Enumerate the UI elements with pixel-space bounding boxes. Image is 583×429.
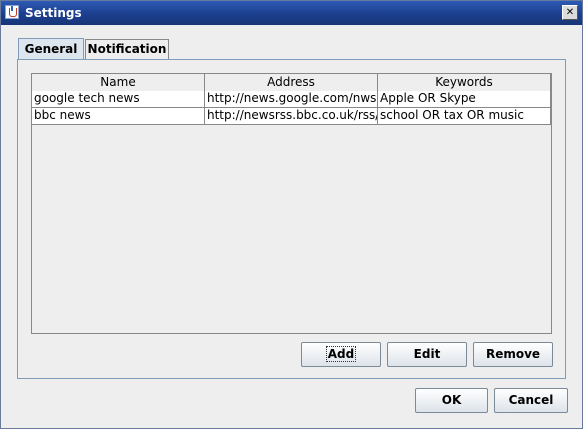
cell-address[interactable]: http://newsrss.bbc.co.uk/rss/...	[205, 108, 378, 124]
window-title: Settings	[25, 6, 82, 20]
column-header-keywords[interactable]: Keywords	[378, 74, 551, 91]
cell-keywords[interactable]: Apple OR Skype	[378, 91, 551, 107]
tab-general[interactable]: General	[18, 38, 84, 60]
table-row[interactable]: google tech news http://news.google.com/…	[32, 91, 551, 108]
edit-button[interactable]: Edit	[387, 342, 467, 367]
cell-name[interactable]: google tech news	[32, 91, 205, 107]
ok-button[interactable]: OK	[415, 388, 488, 413]
close-icon[interactable]: ✕	[562, 5, 578, 20]
cell-keywords[interactable]: school OR tax OR music	[378, 108, 551, 124]
column-header-address[interactable]: Address	[205, 74, 378, 91]
add-button-label: Add	[325, 346, 357, 362]
cell-name[interactable]: bbc news	[32, 108, 205, 124]
general-panel: Name Address Keywords google tech news h…	[17, 59, 566, 379]
java-cup-icon	[5, 5, 19, 19]
column-header-name[interactable]: Name	[32, 74, 205, 91]
title-bar[interactable]: Settings ✕	[1, 1, 582, 25]
remove-button[interactable]: Remove	[473, 342, 553, 367]
table-header: Name Address Keywords	[32, 74, 551, 92]
add-button[interactable]: Add	[301, 342, 381, 367]
cancel-button[interactable]: Cancel	[494, 388, 568, 413]
feeds-table: Name Address Keywords google tech news h…	[31, 73, 552, 334]
table-row[interactable]: bbc news http://newsrss.bbc.co.uk/rss/..…	[32, 108, 551, 125]
tab-notification[interactable]: Notification	[85, 39, 169, 59]
cell-address[interactable]: http://news.google.com/nwsh...	[205, 91, 378, 107]
settings-window: Settings ✕ General Notification Name Add…	[0, 0, 583, 429]
